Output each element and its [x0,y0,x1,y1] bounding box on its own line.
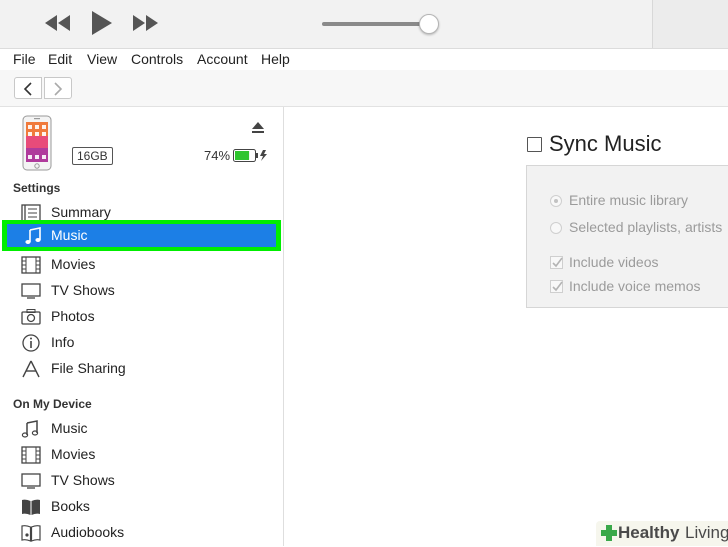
battery-percentage: 74% [204,148,231,163]
sidebar-item-device-tv-shows[interactable]: TV Shows [0,468,283,494]
sidebar-item-tv-shows[interactable]: TV Shows [0,278,283,304]
film-icon [21,446,41,464]
chevron-left-icon [23,82,32,96]
play-button[interactable] [90,10,114,36]
sidebar-item-device-movies[interactable]: Movies [0,442,283,468]
tv-icon [21,472,41,490]
chevron-right-icon [54,82,63,96]
back-button[interactable] [14,77,42,99]
fast-forward-icon [133,15,158,31]
sidebar-item-label: TV Shows [51,472,115,488]
watermark-brand-light: Living [685,523,728,542]
sidebar: 16GB 74% Settings Summary Music Movies T… [0,107,284,546]
menu-file[interactable]: File [13,51,36,67]
sidebar-item-photos[interactable]: Photos [0,304,283,330]
include-voice-memos-checkbox[interactable] [550,280,563,293]
fast-forward-button[interactable] [132,14,160,32]
eject-button[interactable] [251,121,265,139]
music-note-icon [24,227,44,245]
selected-playlists-label: Selected playlists, artists [569,219,723,235]
plus-logo-icon [601,525,617,541]
sidebar-item-info[interactable]: Info [0,330,283,356]
include-videos-checkbox[interactable] [550,256,563,269]
audiobook-icon [21,524,41,542]
on-my-device-section-header: On My Device [13,397,92,411]
sidebar-item-label: Music [51,420,88,436]
iphone-device-icon [22,115,52,176]
watermark-brand-bold: Healthy [618,523,680,542]
sidebar-item-device-books[interactable]: Books [0,494,283,520]
forward-button[interactable] [44,77,72,99]
rewind-button[interactable] [44,14,72,32]
capacity-badge: 16GB [72,147,113,165]
menu-edit[interactable]: Edit [48,51,72,67]
sidebar-item-file-sharing[interactable]: File Sharing [0,356,283,382]
sidebar-item-label: TV Shows [51,282,115,298]
menu-controls[interactable]: Controls [131,51,183,67]
checkmark-icon [552,257,563,268]
sidebar-item-music[interactable]: Music [2,220,281,251]
sidebar-item-label: Audiobooks [51,524,125,540]
sync-options-box: Entire music library Selected playlists,… [526,165,728,308]
sidebar-item-movies[interactable]: Movies [0,252,283,278]
file-sharing-icon [21,360,41,378]
sync-music-title: Sync Music [549,131,662,156]
menu-account[interactable]: Account [197,51,248,67]
menu-bar: File Edit View Controls Account Help [0,49,728,70]
play-icon [92,11,112,35]
checkmark-icon [552,281,563,292]
selected-playlists-radio[interactable] [550,222,562,234]
battery-icon [233,149,269,167]
camera-icon [21,308,41,326]
playback-toolbar [0,0,728,49]
selection-highlight: Music [7,224,276,247]
rewind-icon [45,15,70,31]
include-videos-label: Include videos [569,254,659,270]
sidebar-item-label: Info [51,334,75,350]
sidebar-item-device-music[interactable]: Music [0,416,283,442]
eject-icon [252,122,264,133]
volume-slider-track[interactable] [322,22,430,26]
book-icon [21,498,41,516]
now-playing-panel [652,0,728,48]
sidebar-item-label: Music [51,227,88,243]
music-sync-panel: Sync Music Entire music library Selected… [284,107,728,546]
menu-view[interactable]: View [87,51,117,67]
menu-help[interactable]: Help [261,51,290,67]
sidebar-item-label: Summary [51,204,111,220]
music-note-icon [21,420,41,438]
volume-slider-knob[interactable] [419,14,439,34]
sync-music-checkbox[interactable] [527,137,542,152]
settings-section-header: Settings [13,181,61,195]
healthy-living-watermark: Healthy Living [596,521,728,546]
sidebar-item-label: Movies [51,256,96,272]
film-icon [21,256,41,274]
info-icon [21,334,41,352]
entire-library-radio[interactable] [550,195,562,207]
entire-library-label: Entire music library [569,192,689,208]
sidebar-item-device-audiobooks[interactable]: Audiobooks [0,520,283,546]
sidebar-item-label: File Sharing [51,360,126,376]
navigation-row [0,70,728,107]
sidebar-item-label: Books [51,498,90,514]
tv-icon [21,282,41,300]
sidebar-item-label: Movies [51,446,96,462]
include-voice-memos-label: Include voice memos [569,278,701,294]
sidebar-item-label: Photos [51,308,95,324]
